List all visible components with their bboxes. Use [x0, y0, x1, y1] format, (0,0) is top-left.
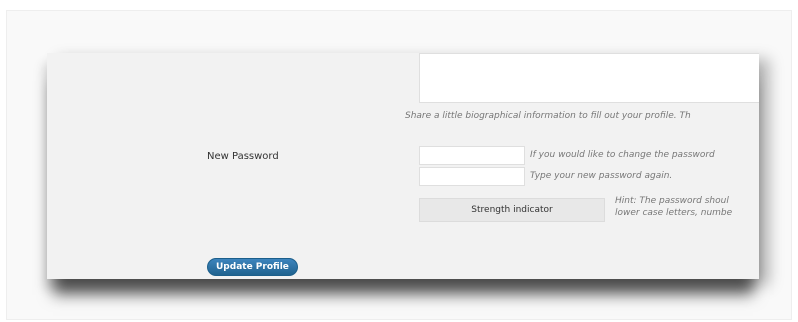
biographical-info-textarea[interactable]	[419, 53, 759, 103]
password-strength-indicator: Strength indicator	[419, 198, 605, 222]
password-hint-line-2: lower case letters, numbe	[615, 208, 733, 218]
new-password-description: If you would like to change the password	[530, 150, 715, 160]
update-profile-button[interactable]: Update Profile	[207, 258, 298, 276]
confirm-password-input[interactable]	[419, 167, 525, 186]
new-password-input[interactable]	[419, 146, 525, 165]
password-hint-line-1: Hint: The password shoul	[615, 196, 729, 206]
new-password-label: New Password	[207, 151, 279, 162]
screenshot-frame: Share a little biographical information …	[6, 10, 792, 320]
confirm-password-description: Type your new password again.	[530, 171, 673, 181]
bio-description: Share a little biographical information …	[405, 111, 691, 121]
profile-form-panel: Share a little biographical information …	[47, 53, 759, 279]
password-hint: Hint: The password shoul lower case lett…	[615, 195, 732, 219]
